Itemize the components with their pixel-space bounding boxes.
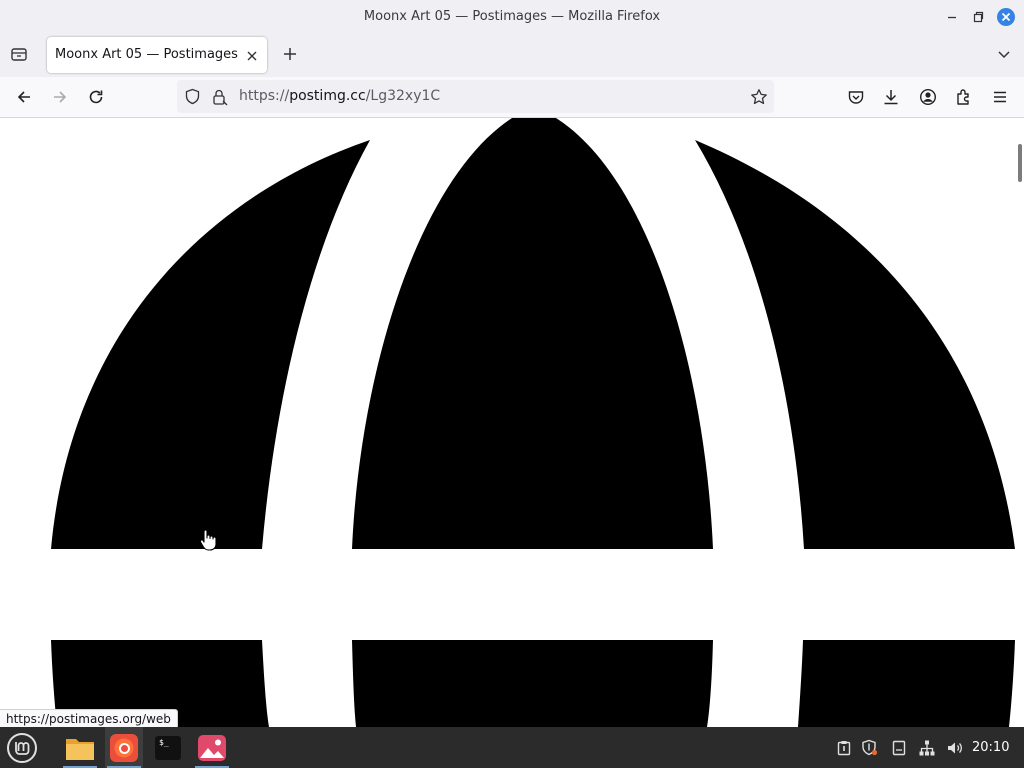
hand-cursor-icon — [198, 528, 220, 556]
volume-icon[interactable] — [944, 727, 966, 768]
image-viewer-icon[interactable] — [193, 727, 231, 768]
page-content[interactable] — [0, 118, 1024, 727]
new-tab-icon[interactable] — [274, 38, 306, 70]
close-icon[interactable] — [995, 6, 1017, 28]
notes-icon[interactable] — [889, 727, 909, 768]
vertical-scrollbar-thumb[interactable] — [1018, 144, 1022, 182]
url-path: /Lg32xy1C — [365, 88, 441, 104]
firefox-view-icon[interactable] — [3, 38, 35, 70]
shield-icon[interactable] — [860, 727, 880, 768]
tab-close-icon[interactable] — [245, 48, 259, 67]
reload-icon[interactable] — [80, 81, 112, 113]
url-host: postimg.cc — [289, 88, 366, 104]
files-icon[interactable] — [61, 727, 99, 768]
svg-text:$_: $_ — [159, 738, 169, 747]
bookmark-star-icon[interactable] — [750, 88, 768, 110]
navigation-toolbar: https://postimg.cc/Lg32xy1C — [0, 77, 1024, 118]
url-bar[interactable]: https://postimg.cc/Lg32xy1C — [177, 80, 774, 113]
clock[interactable]: 20:10 — [972, 727, 1009, 768]
window-title: Moonx Art 05 — Postimages — Mozilla Fire… — [363, 9, 661, 24]
downloads-icon[interactable] — [875, 81, 907, 113]
window-titlebar: Moonx Art 05 — Postimages — Mozilla Fire… — [0, 0, 1024, 34]
maximize-icon[interactable] — [967, 6, 989, 28]
minimize-icon[interactable] — [941, 6, 963, 28]
menu-icon[interactable] — [984, 81, 1016, 113]
mint-menu-icon[interactable] — [3, 727, 41, 768]
url-text[interactable]: https://postimg.cc/Lg32xy1C — [239, 80, 440, 113]
lock-icon[interactable] — [211, 88, 229, 110]
account-icon[interactable] — [912, 81, 944, 113]
tracking-shield-icon[interactable] — [184, 88, 201, 109]
pocket-icon[interactable] — [840, 81, 872, 113]
posted-image — [0, 118, 1024, 727]
extensions-icon[interactable] — [948, 81, 980, 113]
tab-moonx-art[interactable]: Moonx Art 05 — Postimages — [47, 37, 267, 73]
terminal-icon[interactable]: $_ — [149, 727, 187, 768]
back-arrow-icon[interactable] — [8, 81, 40, 113]
url-scheme: https:// — [239, 88, 290, 104]
tab-title: Moonx Art 05 — Postimages — [55, 47, 238, 62]
firefox-icon[interactable] — [105, 727, 143, 768]
clipboard-icon[interactable] — [834, 727, 854, 768]
tab-strip: Moonx Art 05 — Postimages — [0, 34, 1024, 77]
taskbar: $_ 20:10 — [0, 727, 1024, 768]
tab-list-chevron-icon[interactable] — [988, 38, 1020, 70]
forward-arrow-icon[interactable] — [44, 81, 76, 113]
network-icon[interactable] — [916, 727, 938, 768]
